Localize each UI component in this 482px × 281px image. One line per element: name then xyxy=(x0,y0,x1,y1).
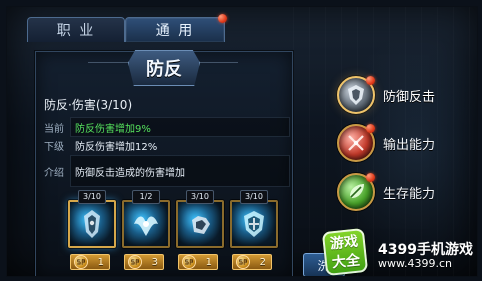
panel-title: 防反 xyxy=(146,59,182,80)
skill-name: 防反·伤害(3/10) xyxy=(44,98,133,112)
next-effect-row: 下级 防反伤害增加12% xyxy=(44,136,290,154)
skill-cost-4[interactable]: SP 2 xyxy=(232,254,272,270)
watermark-title: 4399手机游戏 xyxy=(378,242,473,258)
skill-cost-value: 3 xyxy=(151,256,158,268)
sp-coin-icon: SP xyxy=(236,255,250,269)
sp-coin-icon: SP xyxy=(128,255,142,269)
category-defense-counter[interactable]: 防御反击 xyxy=(337,74,477,116)
skill-detail-panel: 防反 防反·伤害(3/10) 当前 防反伤害增加9% 下级 防反伤害增加12% … xyxy=(35,50,293,276)
shield-icon xyxy=(348,85,364,105)
4399-logo: 游戏 大全 xyxy=(321,227,369,276)
category-output[interactable]: 输出能力 xyxy=(337,122,477,164)
tab-general-label: 通 用 xyxy=(155,23,195,39)
panel-title-banner: 防反 xyxy=(128,50,200,86)
tab-class[interactable]: 职 业 xyxy=(27,17,125,42)
sp-coin-icon: SP xyxy=(74,255,88,269)
logo-text-bottom: 大全 xyxy=(331,252,361,272)
skill-cost-2[interactable]: SP 3 xyxy=(124,254,164,270)
intro-row: 介绍 防御反击造成的伤害增加 xyxy=(44,155,292,187)
next-effect: 防反伤害增加12% xyxy=(75,141,158,153)
wing-burst-icon xyxy=(134,216,158,236)
game-screen: 职 业 通 用 防反 防反·伤害(3/10) 当前 防反伤害增加9% 下级 防反… xyxy=(6,6,478,277)
category-emblem xyxy=(337,173,375,211)
intro-label: 介绍 xyxy=(44,167,64,179)
intro-text: 防御反击造成的伤害增加 xyxy=(70,155,290,187)
leaf-icon xyxy=(350,184,364,198)
skill-slot-1[interactable]: 3/10 xyxy=(68,190,116,248)
watermark-url: www.4399.cn xyxy=(378,257,452,270)
category-label: 生存能力 xyxy=(383,186,436,202)
skill-slot-3[interactable]: 3/10 xyxy=(176,190,224,248)
skill-cost-value: 2 xyxy=(259,256,266,268)
category-emblem xyxy=(337,76,375,114)
skill-cost-1[interactable]: SP 1 xyxy=(70,254,110,270)
skill-slot-2[interactable]: 1/2 xyxy=(122,190,170,248)
notification-dot xyxy=(218,14,227,23)
notification-dot xyxy=(366,124,375,133)
crossed-swords-icon xyxy=(348,135,364,151)
tab-class-label: 职 业 xyxy=(56,23,96,39)
notification-dot xyxy=(366,76,375,85)
current-effect-row: 当前 防反伤害增加9% xyxy=(44,117,290,137)
skill-level-badge: 3/10 xyxy=(78,190,106,204)
shield-burst-icon xyxy=(244,211,264,237)
category-emblem xyxy=(337,124,375,162)
sp-coin-icon: SP xyxy=(182,255,196,269)
current-label: 当前 xyxy=(44,123,64,135)
skill-level-badge: 1/2 xyxy=(132,190,160,204)
skill-cost-value: 1 xyxy=(205,256,212,268)
skill-cost-value: 1 xyxy=(97,256,104,268)
current-effect: 防反伤害增加9% xyxy=(70,117,290,137)
category-label: 输出能力 xyxy=(383,137,436,153)
skill-slot-4[interactable]: 3/10 xyxy=(230,190,278,248)
category-label: 防御反击 xyxy=(383,89,436,105)
gauntlet-icon xyxy=(192,216,210,234)
skill-cost-3[interactable]: SP 1 xyxy=(178,254,218,270)
skill-level-badge: 3/10 xyxy=(186,190,214,204)
next-label: 下级 xyxy=(44,141,64,153)
armor-icon xyxy=(84,210,100,238)
notification-dot xyxy=(366,173,375,182)
tab-general[interactable]: 通 用 xyxy=(125,14,227,42)
skill-level-badge: 3/10 xyxy=(240,190,268,204)
category-survival[interactable]: 生存能力 xyxy=(337,171,477,213)
